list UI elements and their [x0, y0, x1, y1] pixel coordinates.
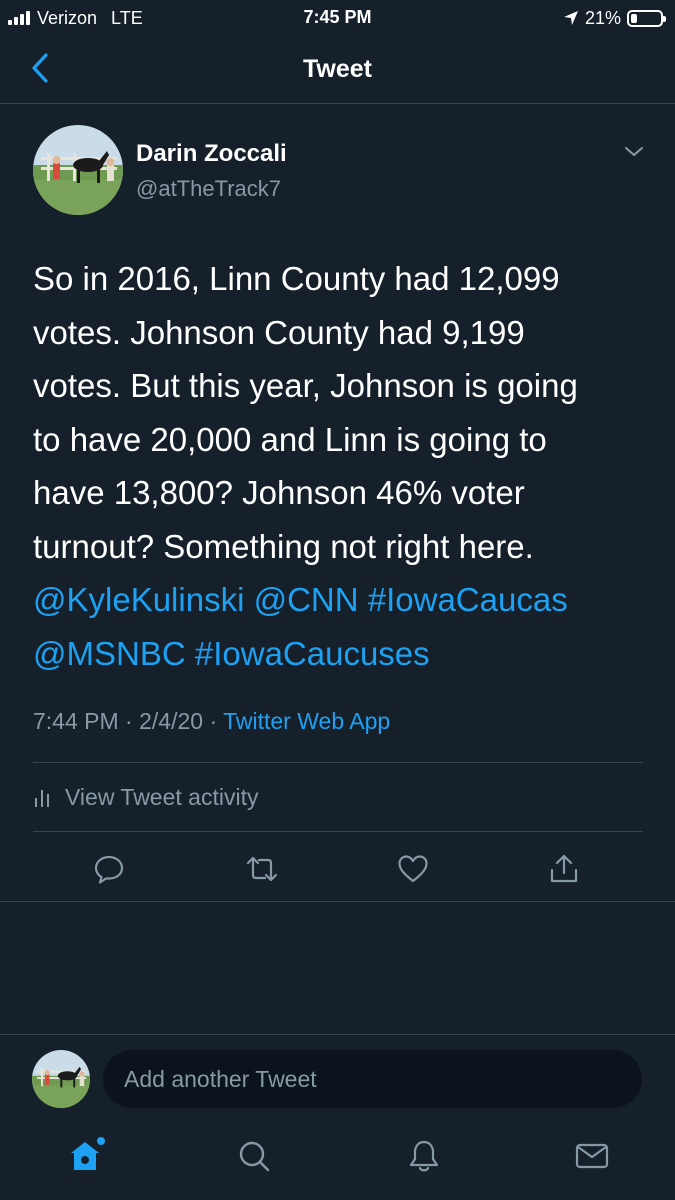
- tweet-options-button[interactable]: [620, 142, 648, 162]
- notifications-icon: [409, 1140, 439, 1172]
- share-icon: [550, 854, 578, 883]
- status-bar: Verizon LTE 7:45 PM 21%: [0, 0, 675, 36]
- chevron-down-icon: [625, 147, 643, 156]
- tab-notifications[interactable]: [404, 1136, 444, 1176]
- divider: [33, 831, 643, 832]
- meta-separator: ·: [125, 708, 133, 734]
- like-icon: [398, 855, 428, 883]
- reply-bar: Add another Tweet: [0, 1034, 675, 1124]
- add-tweet-placeholder: Add another Tweet: [124, 1065, 317, 1092]
- bar-chart-icon: [35, 790, 49, 807]
- tweet-detail: Darin Zoccali @atTheTrack7 So in 2016, L…: [0, 104, 675, 902]
- retweet-icon: [246, 856, 278, 882]
- mention-link[interactable]: @KyleKulinski: [33, 581, 244, 618]
- battery-icon: [627, 9, 666, 27]
- nav-bar: Tweet: [0, 36, 675, 104]
- activity-label: View Tweet activity: [65, 783, 259, 810]
- tweet-body: So in 2016, Linn County had 12,099 votes…: [33, 252, 643, 680]
- location-arrow-icon: [563, 10, 579, 26]
- tab-bar: [0, 1124, 675, 1200]
- retweet-button[interactable]: [242, 852, 282, 886]
- tab-messages[interactable]: [572, 1136, 612, 1176]
- hashtag-link[interactable]: #IowaCaucuses: [195, 635, 430, 672]
- mention-link[interactable]: @MSNBC: [33, 635, 186, 672]
- like-button[interactable]: [393, 852, 433, 886]
- divider: [33, 762, 643, 763]
- author-handle[interactable]: @atTheTrack7: [136, 176, 281, 202]
- tweet-source-link[interactable]: Twitter Web App: [223, 708, 390, 734]
- hashtag-link[interactable]: #IowaCaucas: [368, 581, 568, 618]
- tweet-text: So in 2016, Linn County had 12,099 votes…: [33, 260, 578, 565]
- tweet-time: 7:44 PM: [33, 708, 119, 734]
- unread-dot: [97, 1137, 105, 1145]
- tweet-date: 2/4/20: [139, 708, 204, 734]
- tweet-meta: 7:44 PM · 2/4/20 · Twitter Web App: [33, 708, 390, 735]
- messages-icon: [575, 1143, 609, 1169]
- reply-icon: [94, 855, 124, 884]
- view-tweet-activity-button[interactable]: View Tweet activity: [33, 777, 258, 817]
- search-icon: [239, 1141, 270, 1172]
- add-tweet-input[interactable]: Add another Tweet: [103, 1050, 642, 1108]
- mention-link[interactable]: @CNN: [254, 581, 359, 618]
- battery-percent: 21%: [584, 7, 621, 28]
- battery-level: [631, 13, 637, 23]
- page-title: Tweet: [303, 55, 372, 83]
- reply-button[interactable]: [89, 852, 129, 886]
- user-avatar[interactable]: [32, 1050, 90, 1108]
- author-name[interactable]: Darin Zoccali: [136, 140, 287, 168]
- tab-search[interactable]: [234, 1136, 274, 1176]
- meta-separator: ·: [209, 708, 218, 734]
- share-button[interactable]: [544, 852, 584, 886]
- author-avatar[interactable]: [33, 125, 123, 215]
